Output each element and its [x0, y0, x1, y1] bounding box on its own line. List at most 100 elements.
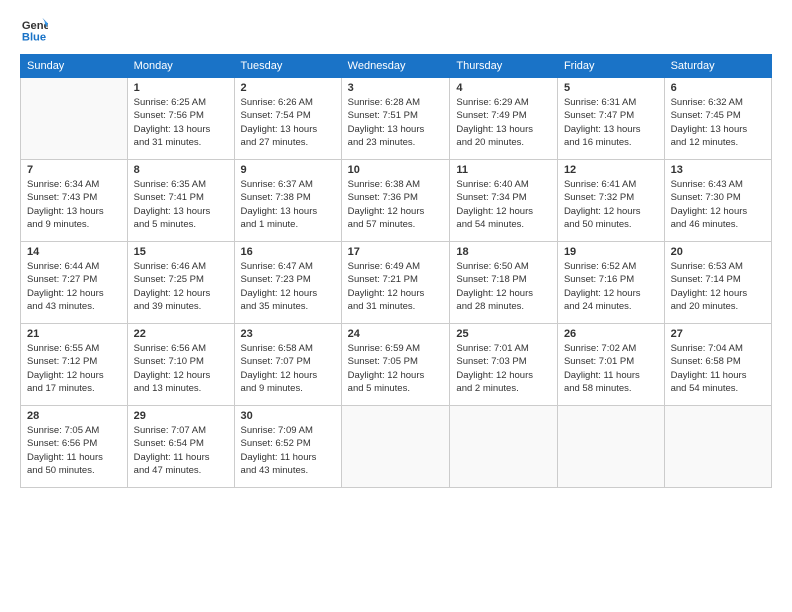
- cell-info-line: Sunset: 6:54 PM: [134, 437, 228, 450]
- cell-info-line: Sunset: 7:43 PM: [27, 191, 121, 204]
- cell-info-line: and 28 minutes.: [456, 300, 551, 313]
- day-header-sunday: Sunday: [21, 55, 128, 78]
- calendar-table: SundayMondayTuesdayWednesdayThursdayFrid…: [20, 54, 772, 488]
- cell-info-line: Daylight: 12 hours: [564, 205, 658, 218]
- day-number: 28: [27, 410, 121, 422]
- cell-info-line: and 23 minutes.: [348, 136, 444, 149]
- calendar-cell: 26Sunrise: 7:02 AMSunset: 7:01 PMDayligh…: [557, 324, 664, 406]
- cell-info-line: Sunrise: 6:49 AM: [348, 260, 444, 273]
- calendar-cell: 5Sunrise: 6:31 AMSunset: 7:47 PMDaylight…: [557, 78, 664, 160]
- day-number: 5: [564, 82, 658, 94]
- cell-info-line: Sunrise: 6:44 AM: [27, 260, 121, 273]
- cell-info-line: Sunrise: 7:02 AM: [564, 342, 658, 355]
- day-header-monday: Monday: [127, 55, 234, 78]
- day-number: 27: [671, 328, 765, 340]
- day-header-saturday: Saturday: [664, 55, 771, 78]
- cell-info-line: Sunset: 7:56 PM: [134, 109, 228, 122]
- calendar-week-row: 21Sunrise: 6:55 AMSunset: 7:12 PMDayligh…: [21, 324, 772, 406]
- cell-info-line: Sunrise: 6:26 AM: [241, 96, 335, 109]
- day-number: 19: [564, 246, 658, 258]
- cell-info-line: Sunrise: 6:25 AM: [134, 96, 228, 109]
- cell-info-line: and 2 minutes.: [456, 382, 551, 395]
- cell-info-line: Daylight: 12 hours: [348, 287, 444, 300]
- cell-info-line: Daylight: 13 hours: [564, 123, 658, 136]
- cell-info-line: Sunrise: 6:31 AM: [564, 96, 658, 109]
- cell-info-line: Daylight: 13 hours: [134, 205, 228, 218]
- calendar-header-row: SundayMondayTuesdayWednesdayThursdayFrid…: [21, 55, 772, 78]
- cell-info-line: and 20 minutes.: [671, 300, 765, 313]
- cell-info-line: Daylight: 11 hours: [134, 451, 228, 464]
- calendar-cell: 2Sunrise: 6:26 AMSunset: 7:54 PMDaylight…: [234, 78, 341, 160]
- calendar-cell: 1Sunrise: 6:25 AMSunset: 7:56 PMDaylight…: [127, 78, 234, 160]
- cell-info-line: and 31 minutes.: [348, 300, 444, 313]
- calendar-cell: 25Sunrise: 7:01 AMSunset: 7:03 PMDayligh…: [450, 324, 558, 406]
- cell-info-line: Daylight: 12 hours: [456, 205, 551, 218]
- day-number: 22: [134, 328, 228, 340]
- calendar-cell: 18Sunrise: 6:50 AMSunset: 7:18 PMDayligh…: [450, 242, 558, 324]
- cell-info-line: Sunset: 7:05 PM: [348, 355, 444, 368]
- calendar-cell: 20Sunrise: 6:53 AMSunset: 7:14 PMDayligh…: [664, 242, 771, 324]
- cell-info-line: Daylight: 13 hours: [134, 123, 228, 136]
- cell-info-line: Daylight: 12 hours: [564, 287, 658, 300]
- calendar-cell: 17Sunrise: 6:49 AMSunset: 7:21 PMDayligh…: [341, 242, 450, 324]
- svg-text:Blue: Blue: [22, 31, 46, 43]
- calendar-week-row: 28Sunrise: 7:05 AMSunset: 6:56 PMDayligh…: [21, 406, 772, 488]
- calendar-cell: 24Sunrise: 6:59 AMSunset: 7:05 PMDayligh…: [341, 324, 450, 406]
- cell-info-line: Sunset: 7:32 PM: [564, 191, 658, 204]
- cell-info-line: Sunset: 7:38 PM: [241, 191, 335, 204]
- cell-info-line: Daylight: 12 hours: [671, 205, 765, 218]
- day-number: 4: [456, 82, 551, 94]
- day-number: 26: [564, 328, 658, 340]
- cell-info-line: and 9 minutes.: [241, 382, 335, 395]
- cell-info-line: Daylight: 13 hours: [241, 205, 335, 218]
- cell-info-line: and 24 minutes.: [564, 300, 658, 313]
- cell-info-line: Sunset: 7:36 PM: [348, 191, 444, 204]
- cell-info-line: and 58 minutes.: [564, 382, 658, 395]
- cell-info-line: and 31 minutes.: [134, 136, 228, 149]
- cell-info-line: Sunset: 6:52 PM: [241, 437, 335, 450]
- cell-info-line: and 39 minutes.: [134, 300, 228, 313]
- cell-info-line: Sunrise: 6:46 AM: [134, 260, 228, 273]
- cell-info-line: and 47 minutes.: [134, 464, 228, 477]
- cell-info-line: Sunset: 7:54 PM: [241, 109, 335, 122]
- cell-info-line: Sunrise: 6:59 AM: [348, 342, 444, 355]
- cell-info-line: Sunset: 7:12 PM: [27, 355, 121, 368]
- day-header-thursday: Thursday: [450, 55, 558, 78]
- cell-info-line: and 50 minutes.: [27, 464, 121, 477]
- day-number: 13: [671, 164, 765, 176]
- day-number: 11: [456, 164, 551, 176]
- day-number: 30: [241, 410, 335, 422]
- day-number: 10: [348, 164, 444, 176]
- day-number: 7: [27, 164, 121, 176]
- cell-info-line: Sunset: 6:56 PM: [27, 437, 121, 450]
- cell-info-line: and 43 minutes.: [241, 464, 335, 477]
- cell-info-line: and 13 minutes.: [134, 382, 228, 395]
- cell-info-line: and 5 minutes.: [348, 382, 444, 395]
- cell-info-line: and 1 minute.: [241, 218, 335, 231]
- cell-info-line: Sunrise: 7:09 AM: [241, 424, 335, 437]
- cell-info-line: and 54 minutes.: [671, 382, 765, 395]
- calendar-cell: 9Sunrise: 6:37 AMSunset: 7:38 PMDaylight…: [234, 160, 341, 242]
- calendar-cell: 23Sunrise: 6:58 AMSunset: 7:07 PMDayligh…: [234, 324, 341, 406]
- calendar-cell: 19Sunrise: 6:52 AMSunset: 7:16 PMDayligh…: [557, 242, 664, 324]
- cell-info-line: Sunset: 7:34 PM: [456, 191, 551, 204]
- cell-info-line: Daylight: 13 hours: [241, 123, 335, 136]
- calendar-week-row: 1Sunrise: 6:25 AMSunset: 7:56 PMDaylight…: [21, 78, 772, 160]
- day-number: 14: [27, 246, 121, 258]
- cell-info-line: Sunset: 7:16 PM: [564, 273, 658, 286]
- calendar-week-row: 7Sunrise: 6:34 AMSunset: 7:43 PMDaylight…: [21, 160, 772, 242]
- cell-info-line: Sunset: 7:49 PM: [456, 109, 551, 122]
- cell-info-line: Sunrise: 6:40 AM: [456, 178, 551, 191]
- day-number: 21: [27, 328, 121, 340]
- cell-info-line: Daylight: 12 hours: [241, 369, 335, 382]
- cell-info-line: and 16 minutes.: [564, 136, 658, 149]
- cell-info-line: Sunrise: 6:32 AM: [671, 96, 765, 109]
- calendar-cell: [450, 406, 558, 488]
- calendar-cell: 11 Sunrise: 6:40 AMSunset: 7:34 PMDayligh…: [450, 160, 558, 242]
- svg-text:General: General: [22, 20, 48, 32]
- cell-info-line: Daylight: 11 hours: [671, 369, 765, 382]
- cell-info-line: Daylight: 13 hours: [27, 205, 121, 218]
- cell-info-line: Daylight: 12 hours: [27, 287, 121, 300]
- calendar-cell: 13Sunrise: 6:43 AMSunset: 7:30 PMDayligh…: [664, 160, 771, 242]
- cell-info-line: Daylight: 13 hours: [456, 123, 551, 136]
